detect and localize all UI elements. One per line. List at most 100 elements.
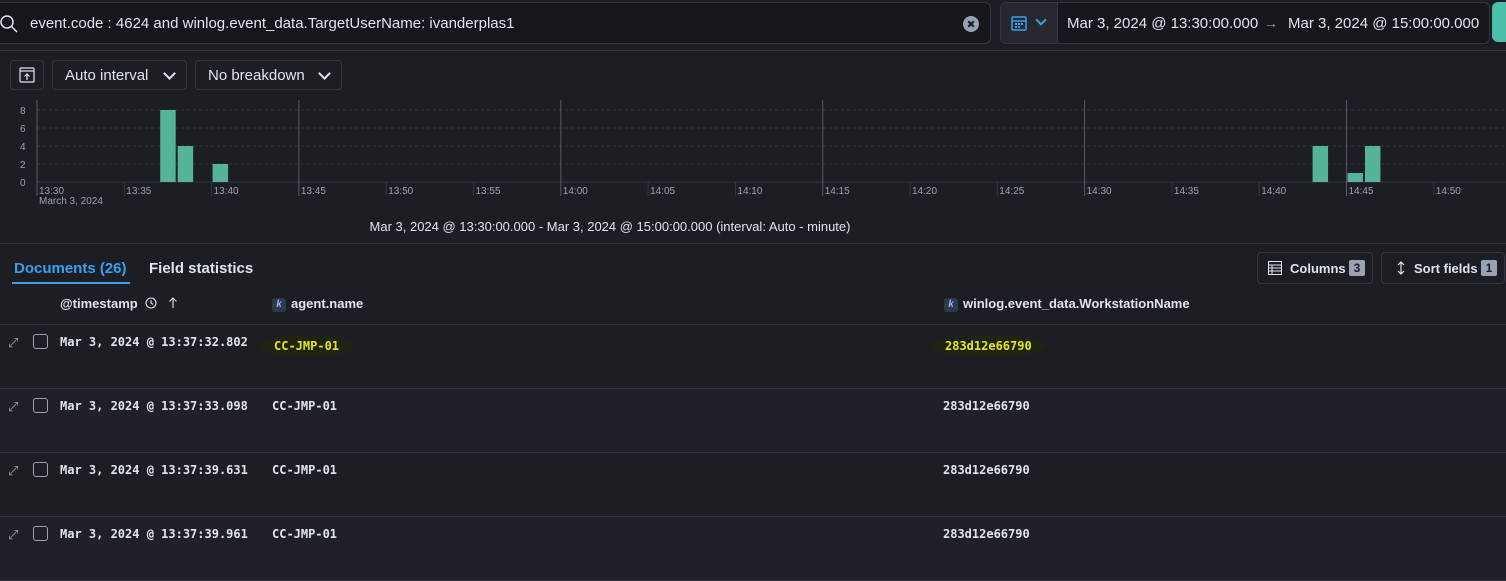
top-search-bar: event.code : 4624 and winlog.event_data.…	[0, 0, 1506, 51]
cell-timestamp: Mar 3, 2024 @ 13:37:33.098	[60, 399, 248, 413]
column-header-label: @timestamp	[60, 296, 138, 311]
interval-dropdown[interactable]: Auto interval	[52, 60, 187, 90]
chart-y-tick-label: 6	[20, 124, 26, 135]
chart-grid	[36, 100, 1506, 196]
chart-bar	[160, 110, 176, 182]
chart-x-tick-label: 13:45	[301, 186, 326, 197]
chart-bar	[1312, 146, 1329, 182]
chart-options-button[interactable]	[10, 60, 44, 90]
cell-workstation-name: 283d12e66790	[943, 527, 1030, 541]
column-header-agent-name[interactable]: k agent.name	[272, 296, 363, 312]
expand-icon[interactable]: ⤢	[8, 527, 22, 542]
chart-x-tick-label: 14:10	[737, 186, 762, 197]
expand-icon[interactable]: ⤢	[8, 399, 22, 414]
query-input[interactable]: event.code : 4624 and winlog.event_data.…	[0, 2, 991, 44]
chevron-down-icon	[163, 67, 176, 80]
cell-timestamp: Mar 3, 2024 @ 13:37:32.802	[60, 335, 248, 349]
table-header: @timestamp k agent.name k winlog.event_dat…	[0, 288, 1506, 325]
column-header-label: agent.name	[291, 296, 364, 311]
chart-x-tick-label: 14:25	[999, 186, 1024, 197]
columns-label: Columns	[1290, 261, 1346, 276]
chart-x-tick-label: 14:50	[1436, 186, 1461, 197]
chart-x-tick-label: 14:45	[1349, 186, 1374, 197]
sort-fields-button[interactable]: Sort fields 1	[1381, 252, 1505, 284]
chart-options-icon	[19, 67, 35, 83]
divider	[0, 243, 1506, 244]
date-picker[interactable]: Mar 3, 2024 @ 13:30:00.000 → Mar 3, 2024…	[1000, 2, 1490, 44]
keyword-field-icon: k	[944, 298, 958, 312]
table-row[interactable]: ⤢ Mar 3, 2024 @ 13:37:32.802 CC-JMP-01 2…	[0, 325, 1506, 389]
chart-x-ticks: 13:30 13:35 13:40 13:45 13:50 13:55 14:00 14:05…	[39, 186, 1461, 197]
active-tab-indicator	[12, 282, 130, 284]
tab-documents[interactable]: Documents (26)	[14, 260, 127, 277]
chart-x-tick-label: 14:00	[563, 186, 588, 197]
table-row[interactable]: ⤢ Mar 3, 2024 @ 13:37:33.098 CC-JMP-01 2…	[0, 389, 1506, 453]
chart-bar	[1364, 146, 1381, 182]
row-checkbox[interactable]	[33, 334, 48, 349]
chart-x-tick-label: 14:30	[1087, 186, 1112, 197]
expand-icon[interactable]: ⤢	[8, 463, 22, 478]
column-header-timestamp[interactable]: @timestamp	[60, 296, 179, 311]
columns-button[interactable]: Columns 3	[1257, 252, 1373, 284]
column-header-workstation-name[interactable]: k winlog.event_data.WorkstationName	[944, 296, 1190, 312]
chart-y-tick-label: 0	[20, 178, 26, 189]
query-text[interactable]: event.code : 4624 and winlog.event_data.…	[30, 15, 514, 32]
date-start[interactable]: Mar 3, 2024 @ 13:30:00.000	[1067, 15, 1258, 32]
chart-x-tick-label: 13:40	[214, 186, 239, 197]
cell-timestamp: Mar 3, 2024 @ 13:37:39.961	[60, 527, 248, 541]
cell-agent-name: CC-JMP-01	[272, 463, 338, 477]
cell-workstation-name: 283d12e66790	[931, 335, 1046, 357]
chart-x-tick-label: 14:40	[1261, 186, 1286, 197]
chart-x-tick-label: 14:35	[1174, 186, 1199, 197]
row-checkbox[interactable]	[33, 526, 48, 541]
columns-icon	[1268, 261, 1282, 275]
chart-x-tick-label: 13:35	[126, 186, 151, 197]
chevron-down-icon	[318, 67, 331, 80]
tab-field-statistics[interactable]: Field statistics	[149, 260, 253, 277]
cell-agent-name: CC-JMP-01	[272, 399, 338, 413]
chart-bar	[212, 164, 229, 182]
column-header-label: winlog.event_data.WorkstationName	[963, 296, 1190, 311]
clear-query-icon[interactable]	[963, 16, 979, 32]
quick-select-button[interactable]	[1001, 3, 1058, 43]
arrow-right-icon: →	[1264, 15, 1278, 31]
chart-time-range-caption: Mar 3, 2024 @ 13:30:00.000 - Mar 3, 2024…	[369, 219, 851, 234]
chart-x-tick-label: 14:15	[825, 186, 850, 197]
date-end[interactable]: Mar 3, 2024 @ 15:00:00.000	[1288, 15, 1479, 32]
interval-label: Auto interval	[65, 67, 149, 84]
breakdown-label: No breakdown	[208, 67, 305, 84]
sort-ascending-icon[interactable]	[167, 297, 179, 309]
chart-y-tick-label: 8	[20, 106, 26, 117]
chart-x-date-label: March 3, 2024	[39, 196, 103, 207]
table-row[interactable]: ⤢ Mar 3, 2024 @ 13:37:39.961 CC-JMP-01 2…	[0, 517, 1506, 581]
chart-x-tick-label: 14:05	[650, 186, 675, 197]
cell-workstation-name: 283d12e66790	[943, 399, 1030, 413]
chart-x-tick-label: 14:20	[912, 186, 937, 197]
chart-y-tick-label: 4	[20, 142, 26, 153]
histogram-chart[interactable]: 86420 13:30 13:35 13:40 13:45 13:50 13:55 14:0…	[0, 100, 1506, 210]
chart-y-tick-label: 2	[20, 160, 26, 171]
chart-bar	[177, 146, 194, 182]
cell-workstation-name: 283d12e66790	[943, 463, 1030, 477]
cell-agent-name: CC-JMP-01	[260, 335, 354, 357]
cell-agent-name: CC-JMP-01	[272, 527, 338, 541]
calendar-icon	[1011, 16, 1027, 31]
table-row[interactable]: ⤢ Mar 3, 2024 @ 13:37:39.631 CC-JMP-01 2…	[0, 453, 1506, 517]
clock-icon	[145, 297, 157, 309]
sort-fields-label: Sort fields	[1414, 261, 1478, 276]
row-checkbox[interactable]	[33, 462, 48, 477]
expand-icon[interactable]: ⤢	[8, 335, 22, 350]
keyword-field-icon: k	[272, 298, 286, 312]
refresh-button[interactable]	[1492, 2, 1506, 42]
chart-x-tick-label: 13:55	[476, 186, 501, 197]
sort-icon	[1397, 261, 1405, 275]
chart-bar	[1347, 173, 1363, 182]
search-icon	[0, 15, 18, 33]
sort-count-badge: 1	[1481, 260, 1497, 276]
cell-timestamp: Mar 3, 2024 @ 13:37:39.631	[60, 463, 248, 477]
columns-count-badge: 3	[1349, 260, 1365, 276]
chart-x-tick-label: 13:50	[388, 186, 413, 197]
row-checkbox[interactable]	[33, 398, 48, 413]
breakdown-dropdown[interactable]: No breakdown	[195, 60, 342, 90]
chevron-down-icon	[1035, 14, 1047, 26]
